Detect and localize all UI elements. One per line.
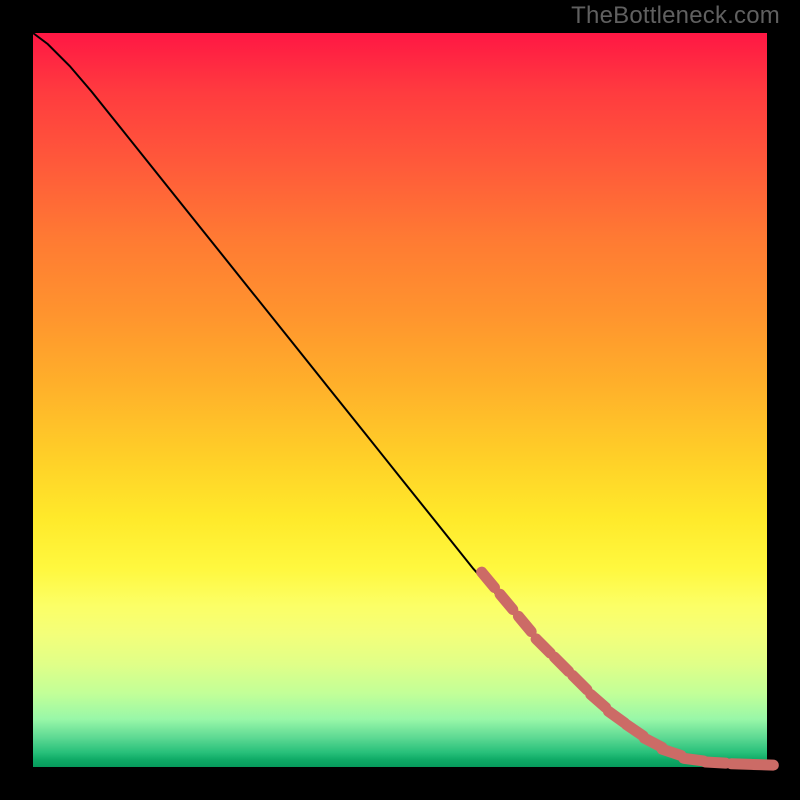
marker-group	[482, 572, 774, 765]
main-curve	[33, 33, 767, 766]
marker-segment	[608, 711, 624, 723]
marker-segment	[573, 676, 587, 690]
marker-segment	[482, 572, 495, 587]
marker-segment	[554, 657, 568, 671]
marker-segment	[706, 762, 726, 763]
marker-segment	[500, 594, 513, 609]
chart-frame: TheBottleneck.com	[0, 0, 800, 800]
marker-segment	[536, 639, 550, 653]
chart-svg	[33, 33, 767, 767]
watermark-text: TheBottleneck.com	[571, 2, 780, 30]
marker-segment	[591, 694, 606, 707]
plot-area	[33, 33, 767, 767]
marker-segment	[518, 616, 531, 631]
marker-segment	[662, 749, 681, 755]
marker-segment	[753, 764, 773, 765]
